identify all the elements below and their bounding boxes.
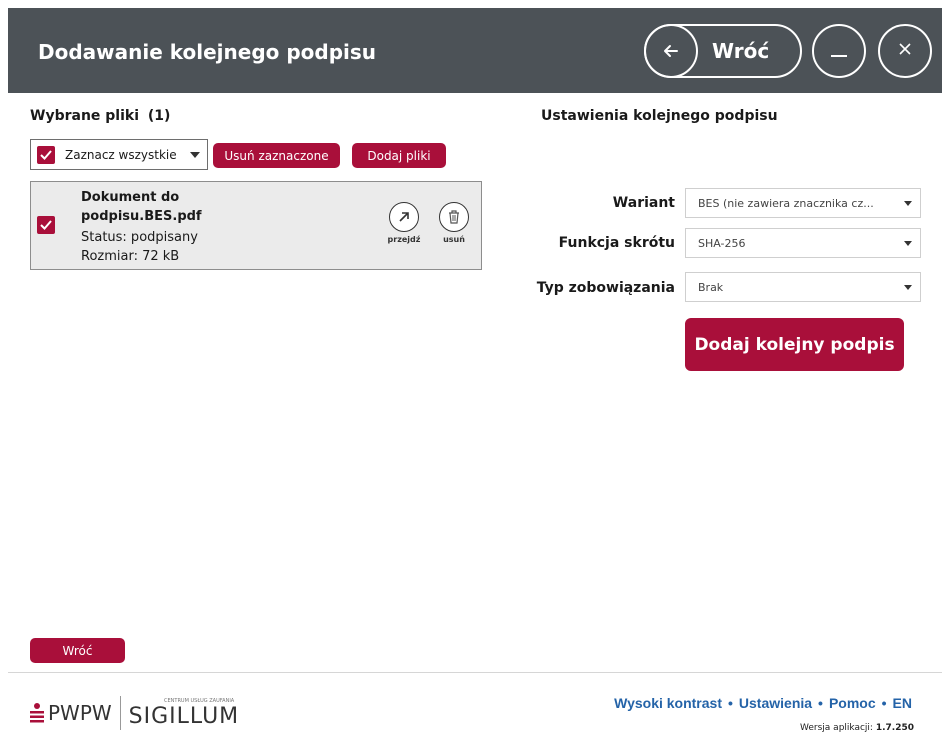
language-link[interactable]: EN <box>893 695 912 711</box>
file-name: Dokument do podpisu.BES.pdf <box>81 190 202 224</box>
close-icon <box>895 39 915 63</box>
separator-dot: • <box>881 695 887 711</box>
settings-link[interactable]: Ustawienia <box>739 695 812 711</box>
title-bar: Dodawanie kolejnego podpisu Wróć <box>8 8 942 93</box>
caret-down-icon <box>904 241 912 246</box>
caret-down-icon <box>190 152 200 158</box>
separator-dot: • <box>728 695 733 711</box>
version-value: 1.7.250 <box>875 723 914 733</box>
arrow-left-icon <box>644 24 698 78</box>
file-size: Rozmiar: 72 kB <box>81 249 180 264</box>
commitment-type-label: Typ zobowiązania <box>536 280 675 296</box>
select-all-checkbox[interactable] <box>37 145 55 164</box>
delete-file-button[interactable]: usuń <box>436 202 472 244</box>
variant-value: BES (nie zawiera znacznika cz... <box>698 196 874 210</box>
select-all-dropdown[interactable]: Zaznacz wszystkie <box>30 139 208 170</box>
select-all-label: Zaznacz wszystkie <box>65 147 177 162</box>
version-label: Wersja aplikacji: <box>800 723 873 733</box>
goto-label: przejdź <box>387 235 421 244</box>
checkmark-icon <box>40 220 52 230</box>
caret-down-icon <box>904 285 912 290</box>
separator-dot: • <box>818 695 823 711</box>
header-back-label: Wróć <box>712 39 770 63</box>
checkmark-icon <box>40 149 52 160</box>
footer-divider <box>8 672 942 673</box>
files-title: Wybrane pliki <box>30 108 140 124</box>
hash-function-value: SHA-256 <box>698 236 746 250</box>
files-count: (1) <box>147 108 171 124</box>
footer-links: Wysoki kontrast • Ustawienia • Pomoc • EN <box>614 695 912 711</box>
caret-down-icon <box>904 201 912 206</box>
goto-file-button[interactable]: przejdź <box>386 202 422 244</box>
app-version: Wersja aplikacji: 1.7.250 <box>800 723 914 733</box>
high-contrast-link[interactable]: Wysoki kontrast <box>614 695 722 711</box>
logo-subtitle: CENTRUM USŁUG ZAUFANIA <box>164 698 235 704</box>
page-title: Dodawanie kolejnego podpisu <box>38 40 377 64</box>
arrow-up-right-icon <box>389 202 419 232</box>
bottom-back-button[interactable]: Wróć <box>30 638 125 663</box>
file-list-item: Dokument do podpisu.BES.pdf Status: podp… <box>30 181 482 270</box>
minimize-icon <box>827 37 851 65</box>
logo-pwpw: PWPW <box>48 701 112 725</box>
settings-section-title: Ustawienia kolejnego podpisu <box>541 108 778 124</box>
files-section-title: Wybrane pliki (1) <box>30 108 170 124</box>
add-signature-button[interactable]: Dodaj kolejny podpis <box>685 318 904 371</box>
commitment-type-value: Brak <box>698 280 724 294</box>
file-status: Status: podpisany <box>81 230 198 245</box>
remove-selected-button[interactable]: Usuń zaznaczone <box>213 143 340 168</box>
hash-function-select[interactable]: SHA-256 <box>685 228 921 258</box>
header-back-button[interactable]: Wróć <box>644 24 802 78</box>
file-checkbox[interactable] <box>37 216 55 234</box>
logo-separator <box>119 696 121 730</box>
minimize-button[interactable] <box>812 24 866 78</box>
pwpw-sigillum-logo: PWPW CENTRUM USŁUG ZAUFANIA SIGILLUM <box>30 696 239 730</box>
help-link[interactable]: Pomoc <box>829 695 876 711</box>
add-files-button[interactable]: Dodaj pliki <box>352 143 446 168</box>
pwpw-emblem-icon <box>30 703 44 723</box>
trash-icon <box>439 202 469 232</box>
commitment-type-select[interactable]: Brak <box>685 272 921 302</box>
delete-label: usuń <box>443 235 465 244</box>
close-button[interactable] <box>878 24 932 78</box>
logo-sigillum: SIGILLUM <box>128 703 240 729</box>
hash-function-label: Funkcja skrótu <box>558 235 675 251</box>
variant-label: Wariant <box>612 195 675 211</box>
variant-select[interactable]: BES (nie zawiera znacznika cz... <box>685 188 921 218</box>
